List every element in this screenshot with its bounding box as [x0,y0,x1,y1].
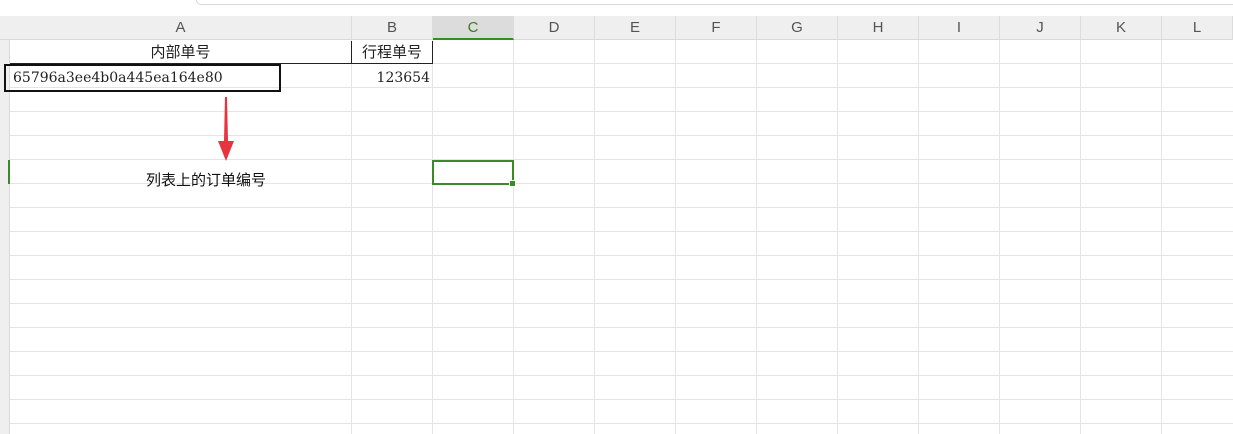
gridline [837,40,838,434]
gridline [918,40,919,434]
column-header-c[interactable]: C [433,16,514,40]
gridline [675,40,676,434]
gridline [432,40,433,434]
column-header-k[interactable]: K [1081,16,1162,40]
column-header-g[interactable]: G [757,16,838,40]
column-header-a[interactable]: A [10,16,352,40]
gridline [1161,40,1162,434]
highlight-box [4,64,281,92]
row-header-column[interactable] [0,40,10,434]
column-header-e[interactable]: E [595,16,676,40]
gridline [594,40,595,434]
column-header-d[interactable]: D [514,16,595,40]
column-header-b[interactable]: B [352,16,433,40]
cell-a1[interactable]: 内部单号 [10,41,351,64]
gridline [513,40,514,434]
column-header-h[interactable]: H [838,16,919,40]
column-header-j[interactable]: J [1000,16,1081,40]
down-arrow-icon [218,97,234,161]
cell-grid[interactable] [10,40,1233,434]
annotation-label: 列表上的订单编号 [146,171,267,189]
column-header-l[interactable]: L [1162,16,1233,40]
cell-b1[interactable]: 行程单号 [351,41,433,64]
gridline [1080,40,1081,434]
gridline [999,40,1000,434]
gridline [756,40,757,434]
fill-handle[interactable] [509,180,516,187]
sheet-top-strip [0,0,1233,6]
spreadsheet: A B C D E F G H I J K L 内部单号 行程单号 65796a… [0,0,1233,434]
cell-b2[interactable]: 123654 [351,66,430,90]
selected-cell-c6[interactable] [432,160,516,187]
gridline [351,40,352,434]
column-header-f[interactable]: F [676,16,757,40]
tab-edge [196,0,1233,5]
column-header-i[interactable]: I [919,16,1000,40]
